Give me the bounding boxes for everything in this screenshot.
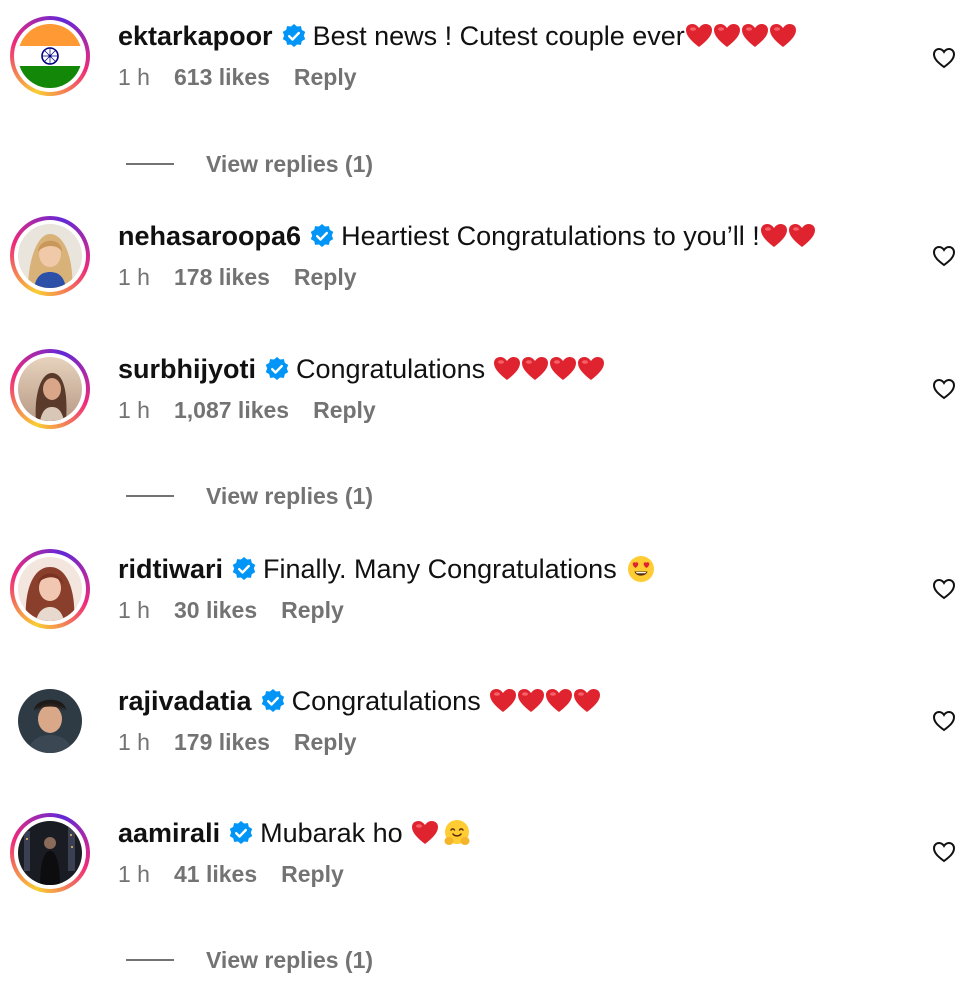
username[interactable]: aamirali xyxy=(118,818,220,849)
avatar-story-ring[interactable] xyxy=(10,813,90,893)
heart-outline-icon[interactable] xyxy=(932,377,956,401)
red-heart-emoji-icon xyxy=(545,689,572,712)
avatar xyxy=(18,557,82,621)
avatar-story-ring[interactable] xyxy=(10,216,90,296)
view-replies-label: View replies (1) xyxy=(206,482,374,509)
username[interactable]: ridtiwari xyxy=(118,554,223,585)
username[interactable]: nehasaroopa6 xyxy=(118,221,301,252)
red-heart-emoji-icon xyxy=(760,224,787,247)
red-heart-emoji-icon xyxy=(489,689,516,712)
comment-time: 1 h xyxy=(118,397,150,423)
view-replies-button[interactable]: View replies (1) xyxy=(126,481,373,511)
comment-text: Finally. Many Congratulations xyxy=(263,553,617,584)
username[interactable]: ektarkapoor xyxy=(118,21,273,52)
avatar xyxy=(18,821,82,885)
red-heart-emoji-icon xyxy=(550,357,577,380)
emoji-group xyxy=(685,23,797,49)
emoji-group xyxy=(489,688,601,714)
red-heart-emoji-icon xyxy=(411,821,438,844)
heart-outline-icon[interactable] xyxy=(932,46,956,70)
avatar xyxy=(18,224,82,288)
comment-time: 1 h xyxy=(118,64,150,90)
comment-time: 1 h xyxy=(118,861,150,887)
avatar-container[interactable] xyxy=(10,681,90,761)
red-heart-emoji-icon xyxy=(578,357,605,380)
comment-text: Congratulations xyxy=(296,353,486,384)
comment-text: Best news ! Cutest couple ever xyxy=(312,20,685,51)
likes-count[interactable]: 179 likes xyxy=(174,729,270,756)
view-replies-button[interactable]: View replies (1) xyxy=(126,149,373,179)
reply-button[interactable]: Reply xyxy=(281,597,344,624)
emoji-group xyxy=(411,819,471,847)
likes-count[interactable]: 1,087 likes xyxy=(174,397,289,424)
likes-count[interactable]: 178 likes xyxy=(174,264,270,291)
verified-badge-icon xyxy=(232,557,256,580)
red-heart-emoji-icon xyxy=(788,224,815,247)
hugging-face-emoji-icon xyxy=(444,820,470,845)
comment-text: Congratulations xyxy=(291,685,481,716)
emoji-group xyxy=(623,555,655,583)
likes-count[interactable]: 613 likes xyxy=(174,64,270,91)
red-heart-emoji-icon xyxy=(522,357,549,380)
reply-button[interactable]: Reply xyxy=(294,729,357,756)
heart-eyes-face-emoji-icon xyxy=(627,556,654,582)
reply-button[interactable]: Reply xyxy=(281,861,344,888)
comment-text: Heartiest Congratulations to you’ll ! xyxy=(341,220,760,251)
heart-outline-icon[interactable] xyxy=(932,840,956,864)
red-heart-emoji-icon xyxy=(685,24,712,47)
avatar-story-ring[interactable] xyxy=(10,349,90,429)
view-replies-line xyxy=(126,495,174,497)
red-heart-emoji-icon xyxy=(494,357,521,380)
view-replies-line xyxy=(126,163,174,165)
emoji-group xyxy=(760,223,816,249)
avatar-story-ring[interactable] xyxy=(10,16,90,96)
view-replies-label: View replies (1) xyxy=(206,946,374,973)
red-heart-emoji-icon xyxy=(769,24,796,47)
username[interactable]: surbhijyoti xyxy=(118,354,256,385)
red-heart-emoji-icon xyxy=(573,689,600,712)
view-replies-line xyxy=(126,959,174,961)
verified-badge-icon xyxy=(310,224,334,247)
comment-text: Mubarak ho xyxy=(260,817,403,848)
likes-count[interactable]: 30 likes xyxy=(174,597,257,624)
emoji-group xyxy=(493,356,605,382)
heart-outline-icon[interactable] xyxy=(932,244,956,268)
comment-time: 1 h xyxy=(118,597,150,623)
verified-badge-icon xyxy=(282,24,305,47)
avatar-story-ring[interactable] xyxy=(10,549,90,629)
red-heart-emoji-icon xyxy=(713,24,740,47)
view-replies-label: View replies (1) xyxy=(206,150,374,177)
verified-badge-icon xyxy=(261,689,284,712)
reply-button[interactable]: Reply xyxy=(313,397,376,424)
avatar xyxy=(18,357,82,421)
reply-button[interactable]: Reply xyxy=(294,264,357,291)
red-heart-emoji-icon xyxy=(741,24,768,47)
avatar xyxy=(18,689,82,753)
username[interactable]: rajivadatia xyxy=(118,686,252,717)
verified-badge-icon xyxy=(265,357,289,380)
comment-time: 1 h xyxy=(118,729,150,755)
reply-button[interactable]: Reply xyxy=(294,64,357,91)
likes-count[interactable]: 41 likes xyxy=(174,861,257,888)
red-heart-emoji-icon xyxy=(517,689,544,712)
avatar xyxy=(18,24,82,88)
verified-badge-icon xyxy=(229,821,253,844)
heart-outline-icon[interactable] xyxy=(932,709,956,733)
view-replies-button[interactable]: View replies (1) xyxy=(126,945,373,975)
comment-time: 1 h xyxy=(118,264,150,290)
heart-outline-icon[interactable] xyxy=(932,577,956,601)
